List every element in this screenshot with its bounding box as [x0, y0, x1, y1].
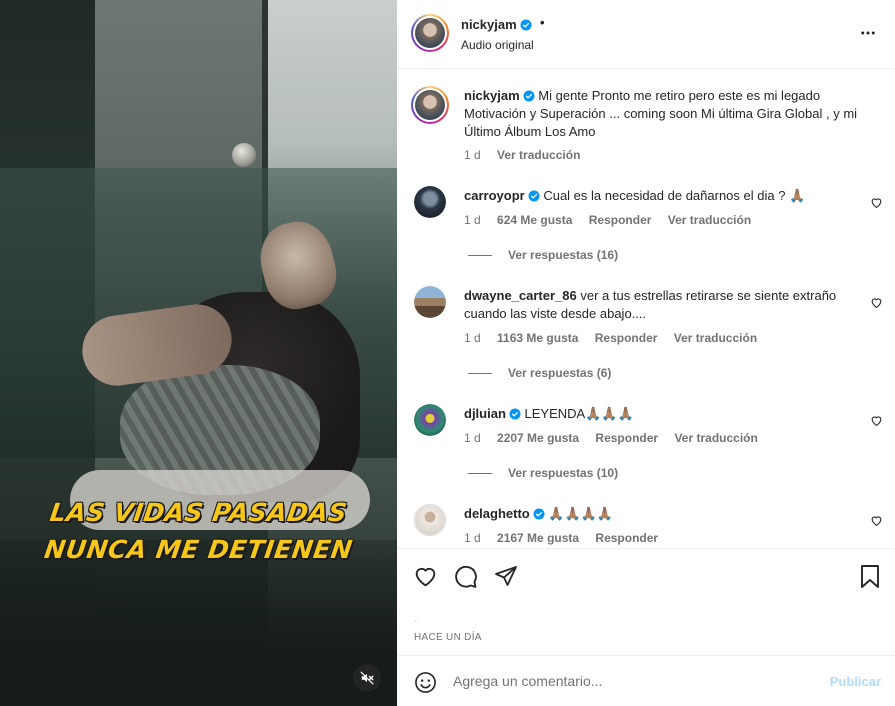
view-replies-button[interactable]: Ver respuestas (16) — [468, 248, 618, 262]
video-door-knob — [232, 143, 256, 167]
replies-divider — [468, 255, 492, 257]
comment-avatar[interactable] — [414, 504, 446, 536]
comment-translate-link[interactable]: Ver traducción — [674, 431, 757, 445]
comment-likes[interactable]: 2167 Me gusta — [497, 531, 579, 545]
comment-avatar[interactable] — [414, 286, 446, 318]
comment-avatar[interactable] — [414, 186, 446, 218]
header-dot: • — [540, 15, 545, 30]
comment-reply-button[interactable]: Responder — [595, 531, 658, 545]
mute-button[interactable] — [353, 664, 381, 692]
comment-text-block: delaghetto 🙏🏽🙏🏽🙏🏽🙏🏽 — [464, 505, 864, 523]
caption-text-block: nickyjam Mi gente Pronto me retiro pero … — [464, 87, 864, 141]
post-header: nickyjam • Audio original — [397, 0, 895, 69]
comment-translate-link[interactable]: Ver traducción — [674, 331, 757, 345]
comment-text: Cual es la necesidad de dañarnos el dia … — [543, 188, 806, 203]
comment-age[interactable]: 1 d — [464, 531, 481, 545]
share-paper-plane-icon[interactable] — [494, 564, 518, 588]
caption-age[interactable]: 1 d — [464, 148, 481, 162]
comment-meta: 1 d 2167 Me gusta Responder — [464, 531, 671, 545]
comment-username[interactable]: delaghetto — [464, 506, 530, 521]
post-caption: nickyjam Mi gente Pronto me retiro pero … — [397, 84, 895, 174]
publish-button[interactable]: Publicar — [830, 674, 881, 689]
comment-meta: 1 d 2207 Me gusta Responder Ver traducci… — [464, 431, 771, 445]
comment-text-block: djluian LEYENDA🙏🏽🙏🏽🙏🏽 — [464, 405, 864, 423]
comment-avatar[interactable] — [414, 404, 446, 436]
header-username-wrap[interactable]: nickyjam — [461, 17, 532, 32]
comment-item: carroyopr Cual es la necesidad de dañarn… — [397, 184, 895, 274]
view-replies-label[interactable]: Ver respuestas (10) — [508, 466, 618, 480]
comment-item: djluian LEYENDA🙏🏽🙏🏽🙏🏽 1 d 2207 Me gusta … — [397, 402, 895, 492]
verified-badge-icon — [533, 508, 545, 520]
like-comment-heart-icon[interactable] — [870, 414, 883, 427]
header-username[interactable]: nickyjam — [461, 17, 517, 32]
comment-text: LEYENDA🙏🏽🙏🏽🙏🏽 — [524, 406, 634, 421]
verified-badge-icon — [523, 90, 535, 102]
comments-list[interactable]: nickyjam Mi gente Pronto me retiro pero … — [397, 70, 895, 548]
video-floor — [0, 540, 397, 706]
replies-divider — [468, 473, 492, 475]
view-replies-label[interactable]: Ver respuestas (6) — [508, 366, 611, 380]
verified-badge-icon — [528, 190, 540, 202]
comment-username[interactable]: dwayne_carter_86 — [464, 288, 577, 303]
view-replies-button[interactable]: Ver respuestas (10) — [468, 466, 618, 480]
caption-translate-link[interactable]: Ver traducción — [497, 148, 580, 162]
view-replies-button[interactable]: Ver respuestas (6) — [468, 366, 611, 380]
comment-composer: Publicar — [397, 655, 895, 706]
post-actions: . HACE UN DÍA — [397, 548, 895, 655]
comment-item: delaghetto 🙏🏽🙏🏽🙏🏽🙏🏽 1 d 2167 Me gusta Re… — [397, 502, 895, 548]
comment-age[interactable]: 1 d — [464, 213, 481, 227]
video-caption-line1: LAS VIDAS PASADAS — [48, 498, 349, 527]
comment-likes[interactable]: 624 Me gusta — [497, 213, 572, 227]
comment-input[interactable] — [453, 669, 813, 693]
post-timestamp[interactable]: HACE UN DÍA — [414, 632, 482, 643]
caption-avatar[interactable] — [411, 86, 449, 124]
post-panel: nickyjam • Audio original nickyjam Mi ge… — [397, 0, 895, 706]
likes-count-hidden: . — [414, 610, 418, 625]
like-comment-heart-icon[interactable] — [870, 196, 883, 209]
speaker-muted-icon — [360, 671, 374, 685]
comment-translate-link[interactable]: Ver traducción — [668, 213, 751, 227]
comment-item: dwayne_carter_86 ver a tus estrellas ret… — [397, 284, 895, 394]
audio-original-link[interactable]: Audio original — [461, 38, 534, 52]
save-bookmark-icon[interactable] — [859, 564, 881, 589]
comment-text-block: dwayne_carter_86 ver a tus estrellas ret… — [464, 287, 864, 323]
comment-likes[interactable]: 2207 Me gusta — [497, 431, 579, 445]
verified-badge-icon — [509, 408, 521, 420]
comment-age[interactable]: 1 d — [464, 331, 481, 345]
emoji-smiley-icon[interactable] — [414, 671, 437, 694]
comment-text: 🙏🏽🙏🏽🙏🏽🙏🏽 — [548, 506, 614, 521]
comment-bubble-icon[interactable] — [453, 564, 478, 589]
comment-reply-button[interactable]: Responder — [595, 431, 658, 445]
comment-text-block: carroyopr Cual es la necesidad de dañarn… — [464, 187, 864, 205]
like-comment-heart-icon[interactable] — [870, 514, 883, 527]
comment-username[interactable]: carroyopr — [464, 188, 525, 203]
verified-badge-icon — [520, 19, 532, 31]
comment-age[interactable]: 1 d — [464, 431, 481, 445]
more-options-icon[interactable] — [859, 24, 877, 42]
header-avatar[interactable] — [411, 14, 449, 52]
caption-username[interactable]: nickyjam — [464, 88, 520, 103]
comment-reply-button[interactable]: Responder — [595, 331, 658, 345]
reel-video[interactable]: LAS VIDAS PASADAS NUNCA ME DETIENEN — [0, 0, 397, 706]
view-replies-label[interactable]: Ver respuestas (16) — [508, 248, 618, 262]
replies-divider — [468, 373, 492, 375]
comment-meta: 1 d 1163 Me gusta Responder Ver traducci… — [464, 331, 770, 345]
comment-username[interactable]: djluian — [464, 406, 506, 421]
like-heart-icon[interactable] — [413, 564, 438, 589]
like-comment-heart-icon[interactable] — [870, 296, 883, 309]
comment-likes[interactable]: 1163 Me gusta — [497, 331, 578, 345]
comment-reply-button[interactable]: Responder — [589, 213, 652, 227]
comment-meta: 1 d 624 Me gusta Responder Ver traducció… — [464, 213, 764, 227]
video-caption-line2: NUNCA ME DETIENEN — [42, 535, 355, 564]
caption-meta: 1 d Ver traducción — [464, 148, 593, 162]
